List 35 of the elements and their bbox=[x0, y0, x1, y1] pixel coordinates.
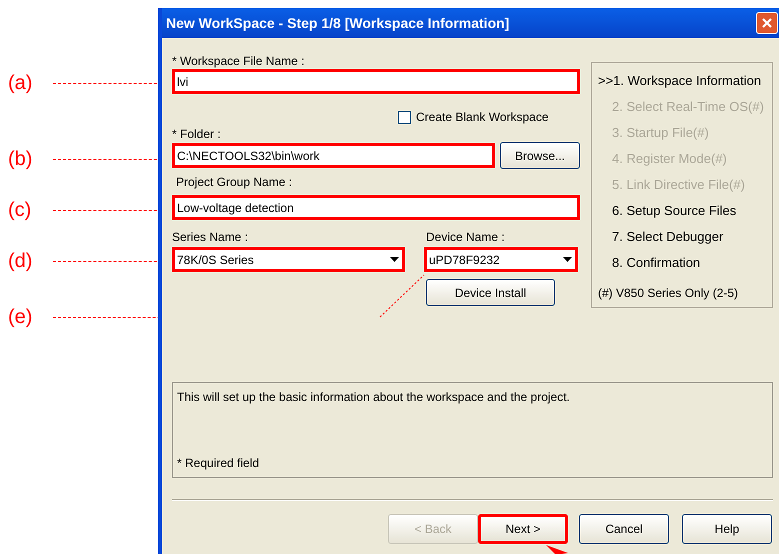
step-item: 8. Confirmation bbox=[611, 254, 702, 272]
combo-box[interactable]: uPD78F9232 bbox=[424, 247, 578, 272]
combo-box[interactable]: 78K/0S Series bbox=[172, 247, 405, 272]
field-label: Series Name : bbox=[172, 230, 250, 245]
step-item: 4. Register Mode(#) bbox=[611, 150, 728, 168]
step-item: >>1. Workspace Information bbox=[598, 72, 762, 90]
combo-value: uPD78F9232 bbox=[429, 252, 501, 268]
dialog-button[interactable]: Help bbox=[682, 514, 772, 544]
field-label: Project Group Name : bbox=[176, 175, 294, 190]
field-label: * Folder : bbox=[172, 127, 222, 142]
text-field[interactable]: lvi bbox=[172, 69, 580, 94]
device-install-button[interactable]: Device Install bbox=[426, 279, 555, 306]
dialog-button[interactable]: Cancel bbox=[579, 514, 669, 544]
steps-note: (#) V850 Series Only (2-5) bbox=[598, 285, 740, 302]
callout-label: (c) bbox=[8, 199, 32, 221]
callout-label: (a) bbox=[8, 72, 32, 94]
description-text: This will set up the basic information about the workspace and the project. bbox=[177, 389, 571, 406]
browse-button[interactable]: Browse... bbox=[500, 142, 580, 169]
step-item: 6. Setup Source Files bbox=[611, 202, 738, 220]
field-label: Device Name : bbox=[426, 230, 505, 245]
text-field[interactable]: Low-voltage detection bbox=[172, 195, 580, 220]
text-field[interactable]: C:\NECTOOLS32\bin\work bbox=[172, 143, 495, 168]
window-title: New WorkSpace - Step 1/8 [Workspace Information] bbox=[166, 14, 510, 33]
checkbox-label: Create Blank Workspace bbox=[416, 109, 549, 126]
step-item: 2. Select Real-Time OS(#) bbox=[611, 98, 765, 116]
step-item: 7. Select Debugger bbox=[611, 228, 724, 246]
dialog-button[interactable]: Next > bbox=[478, 514, 568, 544]
callout-label: (e) bbox=[8, 306, 32, 328]
combo-value: 78K/0S Series bbox=[177, 252, 255, 268]
step-item: 3. Startup File(#) bbox=[611, 124, 710, 142]
step-item: 5. Link Directive File(#) bbox=[611, 176, 746, 194]
description-text: * Required field bbox=[177, 455, 260, 472]
field-label: * Workspace File Name : bbox=[172, 54, 306, 69]
callout-label: (b) bbox=[8, 148, 32, 170]
callout-label: (d) bbox=[8, 250, 32, 272]
